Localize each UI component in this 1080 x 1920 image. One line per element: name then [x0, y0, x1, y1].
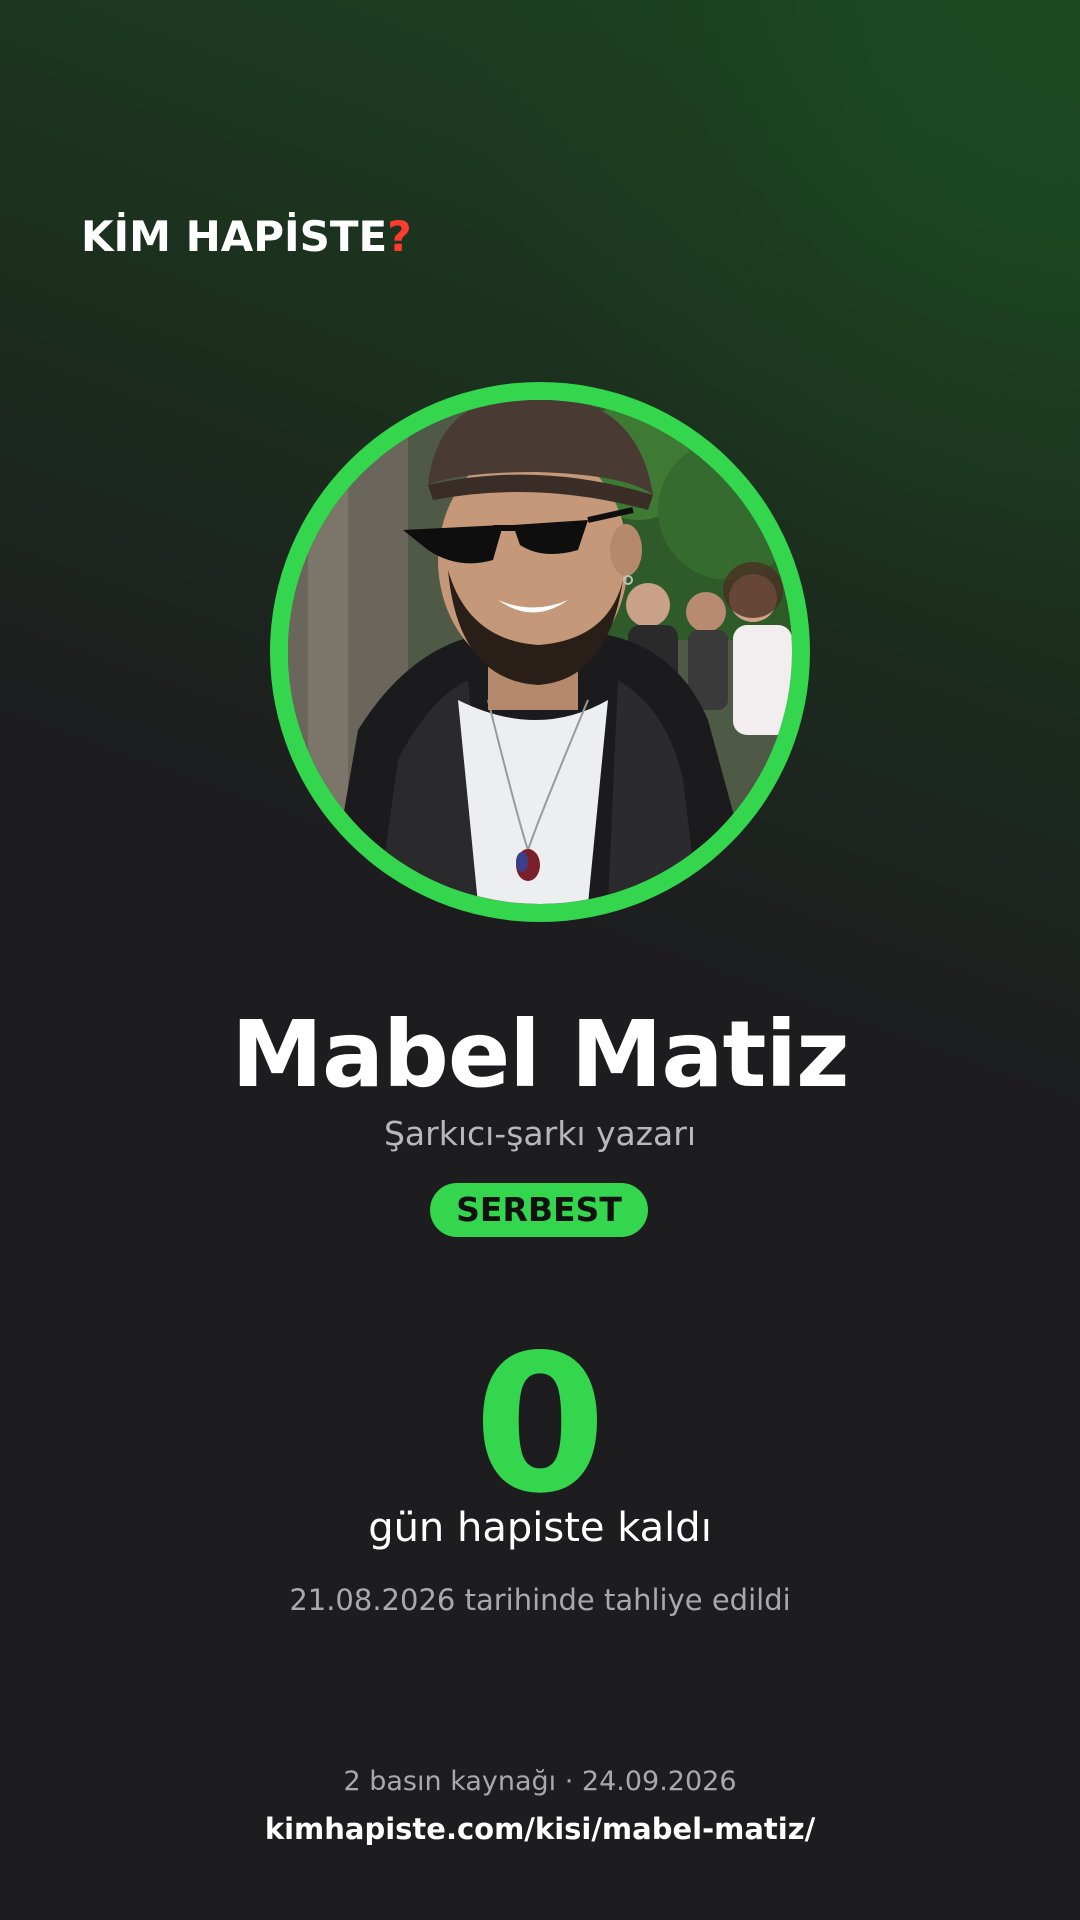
- site-logo[interactable]: KİM HAPİSTE?: [81, 212, 412, 262]
- person-photo-icon: [288, 400, 792, 904]
- status-badge: SERBEST: [430, 1183, 648, 1237]
- background-gradient: [0, 0, 1080, 1920]
- logo-question-mark: ?: [387, 212, 412, 261]
- days-label: gün hapiste kaldı: [368, 1505, 712, 1551]
- logo-text: KİM HAPİSTE: [81, 212, 388, 261]
- person-role: Şarkıcı-şarkı yazarı: [383, 1114, 697, 1153]
- profile-url-link[interactable]: kimhapiste.com/kisi/mabel-matiz/: [0, 1809, 1080, 1849]
- person-name: Mabel Matiz: [231, 1001, 849, 1108]
- days-count: 0: [473, 1314, 607, 1535]
- avatar: [288, 400, 792, 904]
- sources-info: 2 basın kaynağı · 24.09.2026: [343, 1766, 737, 1797]
- release-date-text: 21.08.2026 tarihinde tahliye edildi: [289, 1583, 791, 1617]
